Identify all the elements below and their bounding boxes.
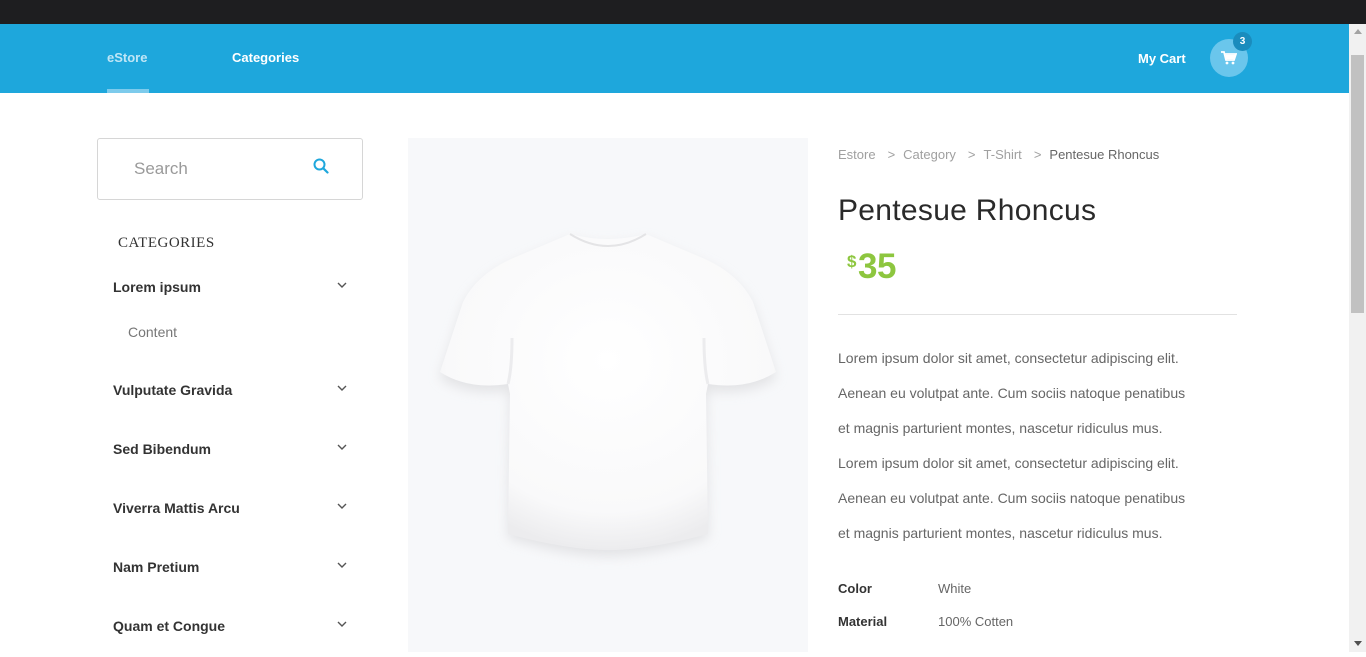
active-nav-indicator (107, 89, 149, 93)
my-cart-link[interactable]: My Cart (1138, 51, 1186, 66)
search-input[interactable] (134, 159, 314, 179)
description-line: et magnis parturient montes, nascetur ri… (838, 420, 1163, 436)
description-line: Lorem ipsum dolor sit amet, consectetur … (838, 350, 1179, 366)
description-line: Aenean eu volutpat ante. Cum sociis nato… (838, 490, 1186, 506)
breadcrumb: Estore > Category > T-Shirt > Pentesue Rhoncus (838, 147, 1163, 162)
spec-value: White (938, 581, 972, 596)
category-label: Vulputate Gravida (113, 382, 233, 398)
product-title: Pentesue Rhoncus (838, 194, 1097, 227)
product-image[interactable] (408, 138, 808, 652)
spec-value: 100% Cotten (938, 614, 1014, 629)
breadcrumb-separator: > (1033, 147, 1042, 162)
product-price: 35 (858, 247, 896, 286)
category-label: Viverra Mattis Arcu (113, 500, 240, 516)
category-label: Sed Bibendum (113, 441, 212, 457)
category-item-quam-et-congue[interactable]: Quam et Congue (113, 618, 353, 642)
category-label: Nam Pretium (113, 559, 200, 575)
chevron-down-icon (337, 444, 347, 450)
product-description: Lorem ipsum dolor sit amet, consectetur … (838, 341, 1238, 551)
description-line: Aenean eu volutpat ante. Cum sociis nato… (838, 385, 1186, 401)
cart-icon (1221, 51, 1237, 65)
tshirt-image (440, 233, 776, 556)
breadcrumb-link-estore[interactable]: Estore (838, 147, 876, 162)
spec-key: Material (838, 614, 888, 629)
brand-link[interactable]: eStore (107, 50, 147, 65)
category-subitem-content[interactable]: Content (128, 324, 177, 340)
breadcrumb-current: Pentesue Rhoncus (1049, 147, 1160, 162)
breadcrumb-link-tshirt[interactable]: T-Shirt (984, 147, 1022, 162)
categories-link[interactable]: Categories (232, 50, 299, 65)
divider (838, 314, 1237, 315)
breadcrumb-separator: > (967, 147, 976, 162)
scroll-down-arrow-icon[interactable] (1354, 641, 1362, 646)
category-item-viverra-mattis-arcu[interactable]: Viverra Mattis Arcu (113, 500, 353, 524)
category-item-sed-bibendum[interactable]: Sed Bibendum (113, 441, 353, 465)
search-box (97, 138, 363, 200)
categories-heading: CATEGORIES (118, 235, 215, 251)
description-line: et magnis parturient montes, nascetur ri… (838, 525, 1163, 541)
chevron-down-icon (337, 621, 347, 627)
search-icon[interactable] (313, 158, 329, 174)
description-line: Lorem ipsum dolor sit amet, consectetur … (838, 455, 1179, 471)
price-currency: $ (847, 252, 857, 271)
scroll-up-arrow-icon[interactable] (1354, 29, 1362, 34)
category-item-vulputate-gravida[interactable]: Vulputate Gravida (113, 382, 353, 406)
chevron-down-icon (337, 562, 347, 568)
category-label: Quam et Congue (113, 618, 226, 634)
breadcrumb-link-category[interactable]: Category (903, 147, 956, 162)
category-label: Lorem ipsum (113, 279, 201, 295)
scrollbar-thumb[interactable] (1351, 55, 1364, 313)
category-item-nam-pretium[interactable]: Nam Pretium (113, 559, 353, 583)
browser-top-bar (0, 0, 1366, 24)
category-item-lorem-ipsum[interactable]: Lorem ipsum (113, 279, 353, 303)
site-header: eStore Categories My Cart 3 (0, 24, 1349, 93)
breadcrumb-separator: > (887, 147, 896, 162)
cart-count-badge: 3 (1233, 32, 1252, 51)
spec-key: Color (838, 581, 872, 596)
chevron-down-icon (337, 503, 347, 509)
chevron-down-icon (337, 282, 347, 288)
chevron-down-icon (337, 385, 347, 391)
